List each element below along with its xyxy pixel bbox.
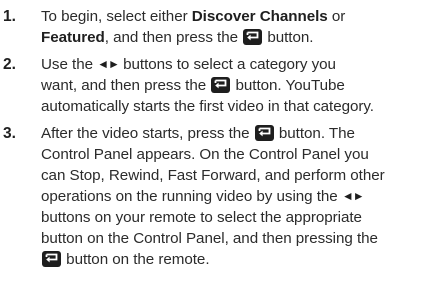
left-right-arrows-icon: ◄►	[97, 57, 120, 71]
left-right-arrows-icon: ◄►	[341, 189, 365, 203]
step-number: 1.	[3, 8, 16, 25]
step-text: To begin, select either Discover Channel…	[41, 8, 346, 46]
enter-icon	[243, 29, 263, 45]
step-3: 3. After the video starts, press the but…	[0, 123, 447, 270]
enter-icon	[42, 251, 61, 267]
step-1: 1. To begin, select either Discover Chan…	[0, 6, 447, 48]
instruction-list: 1. To begin, select either Discover Chan…	[0, 0, 447, 270]
featured-label: Featured	[41, 29, 105, 46]
discover-channels-label: Discover Channels	[191, 8, 328, 25]
step-2: 2. Use the ◄► buttons to select a catego…	[0, 54, 447, 117]
step-text: Use the ◄► buttons to select a category …	[41, 56, 374, 115]
step-number: 3.	[3, 125, 16, 142]
enter-icon	[254, 125, 274, 141]
enter-icon	[211, 77, 231, 93]
step-number: 2.	[3, 56, 16, 73]
step-text: After the video starts, press the button…	[41, 125, 385, 268]
